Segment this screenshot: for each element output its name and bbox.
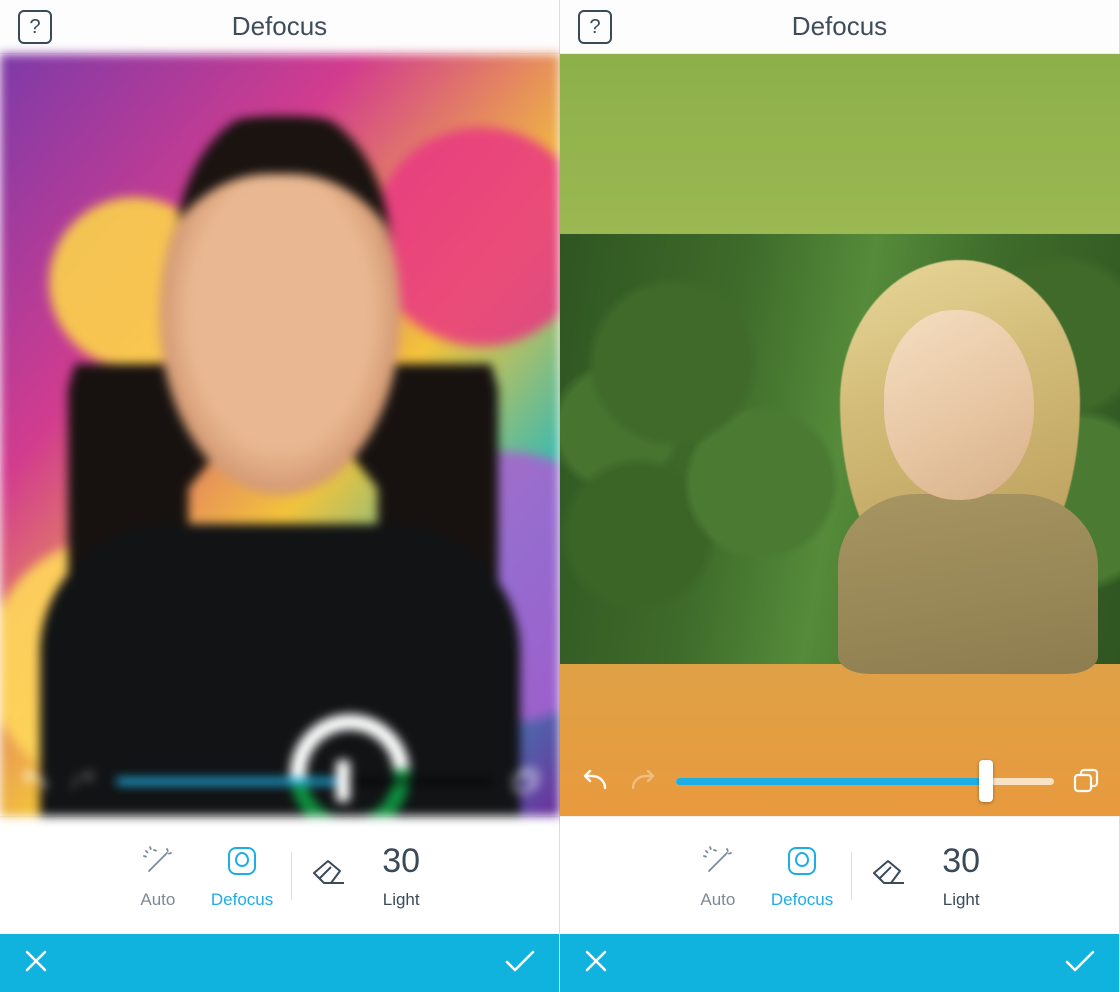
bottom-bar: [560, 934, 1119, 992]
portrait-torso: [838, 494, 1098, 674]
check-icon: [1063, 947, 1097, 975]
light-label: Light: [383, 890, 420, 910]
help-button[interactable]: ?: [18, 10, 52, 44]
compare-button[interactable]: [1068, 763, 1104, 799]
intensity-slider[interactable]: [676, 763, 1054, 799]
light-readout: 30 Light: [942, 842, 980, 910]
close-icon: [22, 947, 50, 975]
compare-button[interactable]: [508, 763, 544, 799]
toolbar-divider: [291, 852, 292, 900]
defocus-icon: [783, 842, 821, 880]
intensity-slider[interactable]: [116, 763, 494, 799]
cancel-button[interactable]: [22, 947, 50, 980]
portrait-face: [884, 310, 1034, 500]
tool-bar: Auto Defocus 30 Light: [0, 816, 559, 934]
defocus-tool[interactable]: Defocus: [771, 842, 833, 910]
toolbar-divider: [851, 852, 852, 900]
defocus-tool-group: Defocus: [771, 842, 908, 910]
eraser-tool[interactable]: [870, 858, 908, 893]
photo-canvas[interactable]: [560, 54, 1120, 816]
redo-button: [626, 763, 662, 799]
light-readout: 30 Light: [382, 842, 420, 910]
auto-label: Auto: [140, 890, 175, 910]
auto-tool[interactable]: Auto: [699, 842, 737, 910]
defocus-tool[interactable]: Defocus: [211, 842, 273, 910]
eraser-tool[interactable]: [310, 858, 348, 893]
defocus-label: Defocus: [211, 890, 273, 910]
editor-pane-right: ? Defocus: [560, 0, 1120, 992]
light-value: 30: [382, 842, 420, 880]
magic-wand-icon: [699, 842, 737, 880]
question-mark-icon: ?: [29, 16, 40, 39]
cancel-button[interactable]: [582, 947, 610, 980]
auto-tool[interactable]: Auto: [139, 842, 177, 910]
canvas-overlay-controls: [0, 746, 560, 816]
canvas-overlay-controls: [560, 746, 1120, 816]
light-value: 30: [942, 842, 980, 880]
page-title: Defocus: [560, 11, 1119, 42]
portrait-face: [140, 174, 420, 524]
undo-button[interactable]: [576, 763, 612, 799]
editor-pane-left: ? Defocus: [0, 0, 560, 992]
question-mark-icon: ?: [589, 16, 600, 39]
header: ? Defocus: [0, 0, 559, 54]
slider-fill: [676, 778, 986, 785]
auto-label: Auto: [700, 890, 735, 910]
tool-bar: Auto Defocus 30 Light: [560, 816, 1119, 934]
slider-thumb[interactable]: [336, 760, 350, 802]
light-label: Light: [943, 890, 980, 910]
slider-fill: [116, 778, 343, 785]
header: ? Defocus: [560, 0, 1119, 54]
undo-button[interactable]: [16, 763, 52, 799]
check-icon: [503, 947, 537, 975]
help-button[interactable]: ?: [578, 10, 612, 44]
defocus-tool-group: Defocus: [211, 842, 348, 910]
defocus-label: Defocus: [771, 890, 833, 910]
confirm-button[interactable]: [1063, 947, 1097, 980]
close-icon: [582, 947, 610, 975]
confirm-button[interactable]: [503, 947, 537, 980]
slider-thumb[interactable]: [979, 760, 993, 802]
page-title: Defocus: [0, 11, 559, 42]
bottom-bar: [0, 934, 559, 992]
redo-button: [66, 763, 102, 799]
defocus-icon: [223, 842, 261, 880]
photo-canvas[interactable]: [0, 54, 560, 816]
magic-wand-icon: [139, 842, 177, 880]
